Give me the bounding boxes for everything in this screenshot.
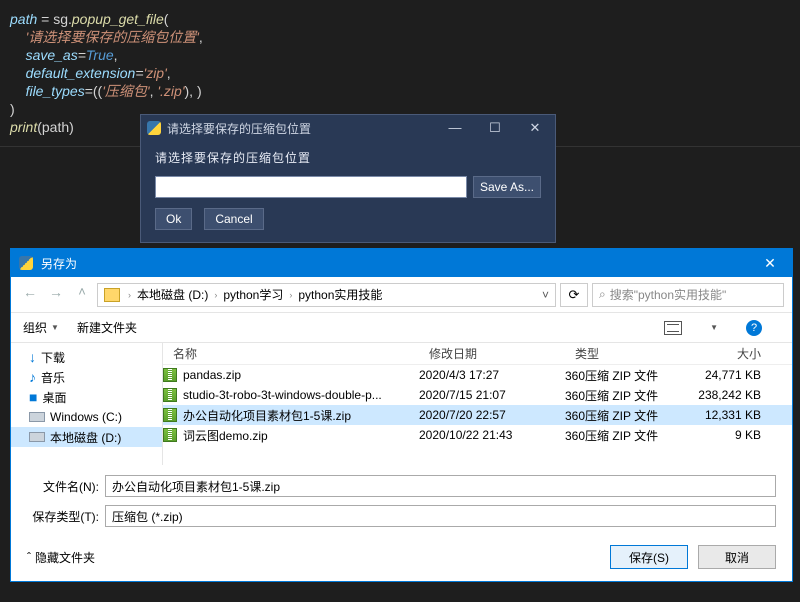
search-input[interactable]: ⌕ 搜索"python实用技能"	[592, 283, 784, 307]
file-list: 名称 修改日期 类型 大小 pandas.zip2020/4/3 17:2736…	[163, 343, 792, 465]
tree-item[interactable]: Windows (C:)	[11, 407, 162, 427]
breadcrumb[interactable]: › 本地磁盘 (D:)› python学习› python实用技能 ˅	[97, 283, 556, 307]
python-icon	[147, 121, 161, 135]
folder-icon: ♪	[29, 369, 36, 385]
disk-icon	[29, 412, 45, 422]
save-button[interactable]: 保存(S)	[610, 545, 688, 569]
zip-icon	[163, 388, 177, 402]
popup-dialog: 请选择要保存的压缩包位置 — ☐ ✕ 请选择要保存的压缩包位置 Save As.…	[140, 114, 556, 243]
disk-icon	[29, 432, 45, 442]
zip-icon	[163, 408, 177, 422]
close-button[interactable]: ✕	[515, 115, 555, 141]
filetype-label: 保存类型(T):	[27, 508, 99, 525]
organize-menu[interactable]: 组织	[23, 319, 47, 336]
popup-titlebar[interactable]: 请选择要保存的压缩包位置 — ☐ ✕	[141, 115, 555, 141]
save-titlebar[interactable]: 另存为 ✕	[11, 249, 792, 277]
tree-item[interactable]: ■桌面	[11, 387, 162, 407]
folder-icon: ↓	[29, 349, 36, 365]
cancel-button[interactable]: 取消	[698, 545, 776, 569]
minimize-button[interactable]: —	[435, 115, 475, 141]
folder-icon: ■	[29, 389, 37, 405]
filetype-select[interactable]	[105, 505, 776, 527]
search-icon: ⌕	[599, 287, 606, 302]
save-as-button[interactable]: Save As...	[473, 176, 541, 198]
chevron-down-icon[interactable]: ▼	[710, 323, 718, 332]
close-button[interactable]: ✕	[748, 255, 792, 272]
save-dialog: 另存为 ✕ ← → ˄ › 本地磁盘 (D:)› python学习› pytho…	[10, 248, 793, 582]
file-row[interactable]: studio-3t-robo-3t-windows-double-p...202…	[163, 385, 792, 405]
chevron-down-icon[interactable]: ˅	[542, 288, 549, 302]
up-button[interactable]: ˄	[71, 284, 93, 306]
file-row[interactable]: 词云图demo.zip2020/10/22 21:43360压缩 ZIP 文件9…	[163, 425, 792, 445]
popup-prompt: 请选择要保存的压缩包位置	[155, 149, 541, 166]
toolbar: 组织 ▼ 新建文件夹 ▼ ?	[11, 313, 792, 343]
popup-title-text: 请选择要保存的压缩包位置	[167, 120, 311, 137]
hide-folders-toggle[interactable]: ˆ隐藏文件夹	[27, 549, 95, 566]
new-folder-button[interactable]: 新建文件夹	[77, 319, 137, 336]
back-button[interactable]: ←	[19, 284, 41, 306]
zip-icon	[163, 428, 177, 442]
chevron-down-icon[interactable]: ▼	[51, 323, 59, 332]
filename-input[interactable]	[105, 475, 776, 497]
column-headers[interactable]: 名称 修改日期 类型 大小	[163, 343, 792, 365]
view-icon[interactable]	[664, 321, 682, 335]
forward-button[interactable]: →	[45, 284, 67, 306]
file-row[interactable]: 办公自动化项目素材包1-5课.zip2020/7/20 22:57360压缩 Z…	[163, 405, 792, 425]
file-row[interactable]: pandas.zip2020/4/3 17:27360压缩 ZIP 文件24,7…	[163, 365, 792, 385]
save-title-text: 另存为	[41, 255, 77, 272]
python-icon	[19, 256, 33, 270]
cancel-button[interactable]: Cancel	[204, 208, 263, 230]
maximize-button[interactable]: ☐	[475, 115, 515, 141]
folder-tree[interactable]: ↓下载♪音乐■桌面Windows (C:)本地磁盘 (D:)	[11, 343, 163, 465]
zip-icon	[163, 368, 177, 382]
tree-item[interactable]: ♪音乐	[11, 367, 162, 387]
tree-item[interactable]: ↓下载	[11, 347, 162, 367]
tree-item[interactable]: 本地磁盘 (D:)	[11, 427, 162, 447]
refresh-button[interactable]: ⟳	[560, 283, 588, 307]
path-input[interactable]	[155, 176, 467, 198]
help-button[interactable]: ?	[746, 320, 762, 336]
filename-label: 文件名(N):	[27, 478, 99, 495]
nav-bar: ← → ˄ › 本地磁盘 (D:)› python学习› python实用技能 …	[11, 277, 792, 313]
ok-button[interactable]: Ok	[155, 208, 192, 230]
folder-icon	[104, 288, 120, 302]
